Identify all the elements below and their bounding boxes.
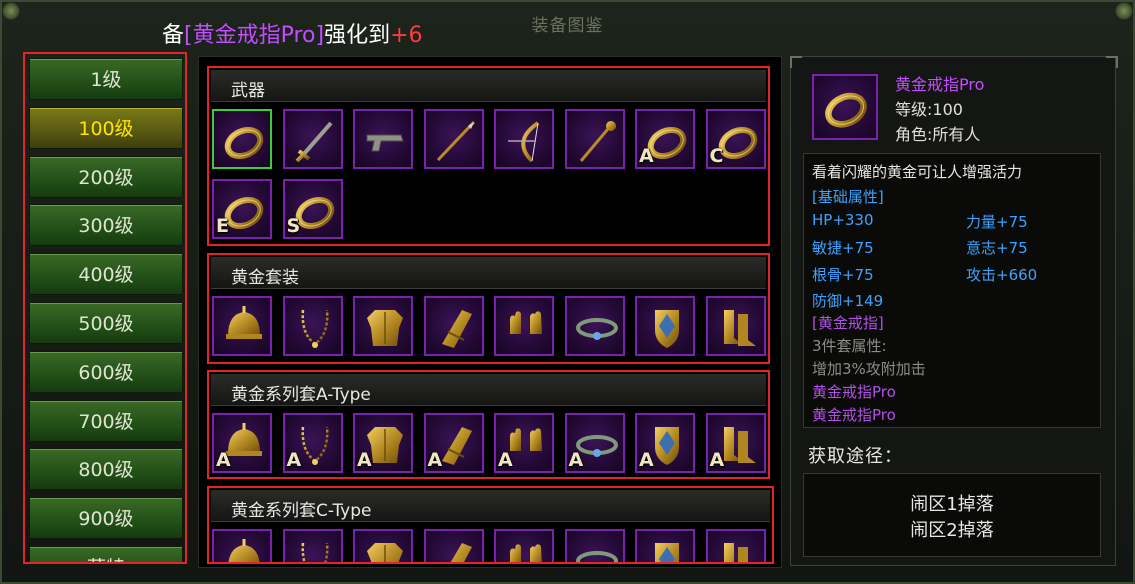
equipment-slot[interactable] — [494, 109, 554, 169]
equipment-slot[interactable] — [423, 109, 484, 169]
set-name: [黄金戒指] — [812, 314, 884, 332]
stat-constitution: 根骨+75 — [812, 266, 874, 284]
equipment-section: 黄金套装 — [207, 253, 770, 364]
stat-defense: 防御+149 — [812, 292, 884, 310]
obtain-source[interactable]: 闹区1掉落 — [804, 490, 1100, 516]
broadcast-value: +6 — [390, 23, 423, 48]
level-list[interactable]: 1级 100级 200级 300级 400级 500级 600级 700级 800级 900级萨特 — [23, 52, 187, 564]
equipment-slot[interactable]: S — [282, 179, 343, 239]
panel-corner — [1106, 56, 1118, 68]
item-grade-tag: E — [216, 215, 229, 237]
section-title: 黄金套装 — [231, 268, 299, 288]
item-grade-tag: A — [286, 449, 302, 471]
equipment-slot[interactable] — [353, 296, 413, 356]
section-title: 黄金系列套C-Type — [231, 501, 372, 521]
equipment-slot[interactable]: C — [705, 109, 766, 169]
section-title: 武器 — [231, 81, 265, 101]
set-count: 3件套属性: — [812, 337, 887, 355]
obtain-source[interactable]: 闹区2掉落 — [804, 516, 1100, 542]
level-button[interactable]: 200级 — [29, 155, 183, 198]
level-button[interactable]: 800级 — [29, 448, 183, 491]
level-button[interactable]: 700级 — [29, 399, 183, 442]
stat-strength: 力量+75 — [966, 213, 1028, 231]
equipment-slot[interactable] — [564, 296, 625, 356]
item-grade-tag: C — [709, 145, 724, 167]
equipment-slot[interactable]: A — [212, 413, 272, 473]
set-member: 黄金戒指Pro — [812, 406, 896, 424]
equipment-slot[interactable] — [564, 109, 625, 169]
section-header: 武器 — [211, 70, 766, 102]
item-grade-tag: A — [639, 449, 654, 471]
equipment-slot[interactable] — [494, 296, 554, 356]
equipment-section: 黄金系列套C-Type — [207, 486, 774, 564]
equipment-slot[interactable] — [282, 529, 343, 562]
level-button[interactable]: 600级 — [29, 350, 183, 393]
detail-item-name: 黄金戒指Pro — [895, 75, 985, 94]
level-button[interactable]: 900级 — [29, 497, 183, 540]
enhancement-broadcast: 备[黄金戒指Pro]强化到+6 — [162, 17, 423, 49]
level-button[interactable]: 300级 — [29, 204, 183, 247]
equipment-slot[interactable]: A — [353, 413, 413, 473]
item-description: 看着闪耀的黄金可让人增强活力 — [812, 163, 1023, 181]
obtain-source-box: 闹区1掉落 闹区2掉落 — [803, 473, 1101, 557]
equipment-slot[interactable] — [212, 109, 272, 169]
section-header: 黄金套装 — [211, 257, 766, 289]
level-button[interactable]: 100级 — [29, 106, 183, 149]
detail-item-role: 角色:所有人 — [895, 125, 981, 144]
equipment-slot[interactable]: A — [423, 413, 484, 473]
set-member: 黄金戒指Pro — [812, 383, 896, 401]
equipment-slot[interactable] — [635, 296, 695, 356]
equipment-slot[interactable] — [423, 529, 484, 562]
equipment-slot[interactable]: A — [494, 413, 554, 473]
equipment-slot[interactable] — [705, 296, 766, 356]
equipment-slot[interactable]: A — [635, 413, 695, 473]
base-attributes-header: [基础属性] — [812, 188, 884, 206]
item-grade-tag: A — [709, 449, 725, 471]
item-grade-tag: S — [286, 215, 301, 237]
item-grade-tag: A — [216, 449, 231, 471]
equipment-slot[interactable] — [423, 296, 484, 356]
equipment-section: 黄金系列套A-Type A A A A A A A A — [207, 370, 770, 479]
level-button[interactable]: 1级 — [29, 58, 183, 100]
stat-agility: 敏捷+75 — [812, 239, 874, 257]
equipment-slot[interactable]: A — [564, 413, 625, 473]
detail-item-icon — [812, 74, 878, 140]
equipment-slot[interactable] — [282, 109, 343, 169]
equipment-slot[interactable] — [564, 529, 625, 562]
equipment-slot[interactable]: E — [212, 179, 272, 239]
equipment-slot[interactable] — [212, 529, 272, 562]
broadcast-item: [黄金戒指Pro] — [184, 23, 325, 48]
equipment-slot[interactable] — [353, 529, 413, 562]
stat-hp: HP+330 — [812, 211, 874, 229]
equipment-slot[interactable] — [282, 296, 343, 356]
item-grade-tag: A — [357, 449, 372, 471]
section-header: 黄金系列套A-Type — [211, 374, 766, 406]
set-bonus: 增加3%攻附加击 — [812, 360, 926, 378]
level-button[interactable]: 萨特 — [29, 546, 183, 562]
level-button[interactable]: 500级 — [29, 302, 183, 344]
equipment-slot[interactable] — [494, 529, 554, 562]
equipment-slot[interactable]: A — [282, 413, 343, 473]
item-grade-tag: A — [568, 449, 584, 471]
item-grade-tag: A — [639, 145, 654, 167]
panel-corner — [790, 56, 802, 68]
section-header: 黄金系列套C-Type — [211, 490, 770, 522]
obtain-title: 获取途径： — [808, 446, 903, 467]
item-grade-tag: A — [427, 449, 443, 471]
stat-will: 意志+75 — [966, 239, 1028, 257]
item-grade-tag: A — [498, 449, 513, 471]
section-title: 黄金系列套A-Type — [231, 385, 371, 405]
equipment-slot[interactable]: A — [705, 413, 766, 473]
stat-attack: 攻击+660 — [966, 266, 1038, 284]
equipment-slot[interactable]: A — [635, 109, 695, 169]
equipment-slot[interactable] — [212, 296, 272, 356]
level-button[interactable]: 400级 — [29, 253, 183, 296]
equipment-slot[interactable] — [353, 109, 413, 169]
equipment-slot[interactable] — [635, 529, 695, 562]
equipment-slot[interactable] — [705, 529, 766, 562]
broadcast-prefix: 备 — [162, 23, 185, 48]
detail-item-level: 等级:100 — [895, 100, 963, 119]
broadcast-middle: 强化到 — [324, 23, 391, 48]
equipment-section: 武器 A C E S — [207, 66, 770, 246]
